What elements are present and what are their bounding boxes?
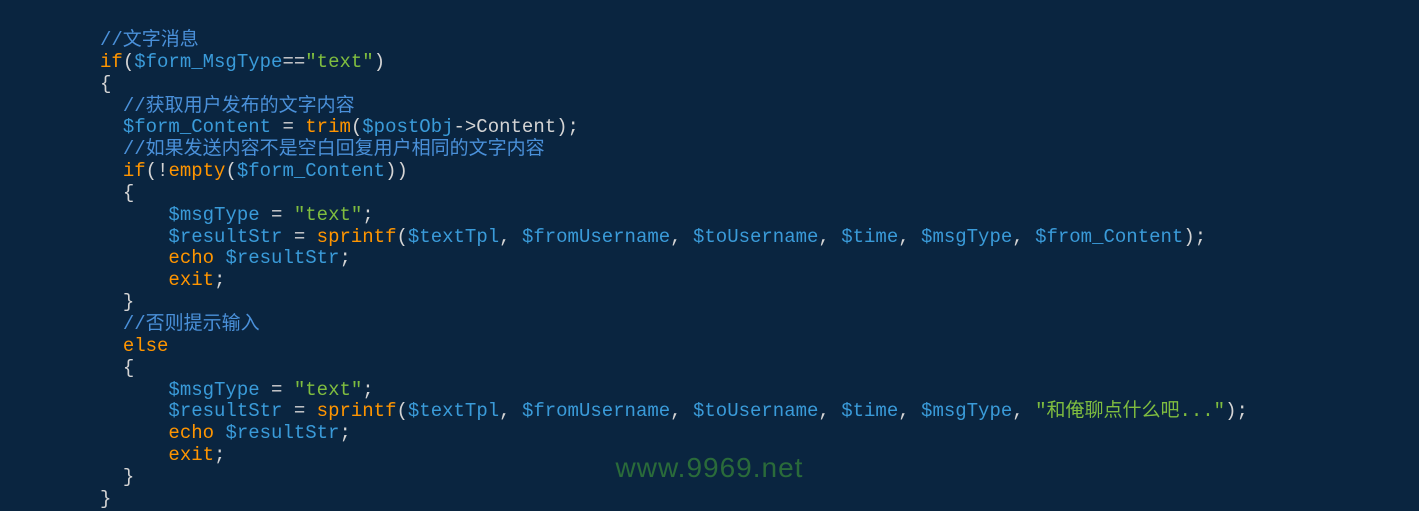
var-fromusername: $fromUsername	[522, 226, 670, 248]
brace-open: {	[123, 182, 134, 204]
brace-close-outer: }	[100, 488, 111, 510]
brace-close: }	[123, 291, 134, 313]
empty-function: empty	[168, 160, 225, 182]
string-text-2: "text"	[294, 204, 362, 226]
assign: =	[260, 204, 294, 226]
paren: (	[351, 116, 362, 138]
trim-function: trim	[305, 116, 351, 138]
var-msgtype-arg-2: $msgType	[921, 400, 1012, 422]
paren-close: )	[374, 51, 385, 73]
equals-op: ==	[282, 51, 305, 73]
close-semi: );	[1183, 226, 1206, 248]
var-time-2: $time	[841, 400, 898, 422]
close-semi: );	[1225, 400, 1248, 422]
paren-not: (!	[146, 160, 169, 182]
var-msgtype-2: $msgType	[168, 379, 259, 401]
comment-if-not-empty: //如果发送内容不是空白回复用户相同的文字内容	[123, 138, 545, 160]
var-from-content: $from_Content	[1035, 226, 1183, 248]
sprintf-function: sprintf	[317, 226, 397, 248]
semicolon: ;	[339, 422, 350, 444]
string-text: "text"	[305, 51, 373, 73]
semicolon: ;	[362, 379, 373, 401]
var-form-content-arg: $form_Content	[237, 160, 385, 182]
var-texttpl-2: $textTpl	[408, 400, 499, 422]
string-chat-prompt: "和俺聊点什么吧..."	[1035, 400, 1225, 422]
paren: (	[397, 226, 408, 248]
comment-else-prompt: //否则提示输入	[123, 313, 260, 335]
var-fromusername-2: $fromUsername	[522, 400, 670, 422]
assign-op: =	[271, 116, 305, 138]
var-resultstr-2: $resultStr	[168, 400, 282, 422]
semicolon: ;	[214, 444, 225, 466]
exit-keyword-2: exit	[168, 444, 214, 466]
comment-get-content: //获取用户发布的文字内容	[123, 95, 355, 117]
assign: =	[282, 400, 316, 422]
assign: =	[282, 226, 316, 248]
semicolon: ;	[362, 204, 373, 226]
paren: (	[397, 400, 408, 422]
var-resultstr-echo-2: $resultStr	[225, 422, 339, 444]
sprintf-function-2: sprintf	[317, 400, 397, 422]
semicolon: ;	[339, 247, 350, 269]
if-keyword: if	[100, 51, 123, 73]
var-tousername-2: $toUsername	[693, 400, 818, 422]
watermark-text: www.9969.net	[616, 452, 804, 484]
assign: =	[260, 379, 294, 401]
var-time: $time	[841, 226, 898, 248]
var-form-content: $form_Content	[123, 116, 271, 138]
var-texttpl: $textTpl	[408, 226, 499, 248]
else-keyword: else	[123, 335, 169, 357]
echo-keyword-2: echo	[168, 422, 214, 444]
comment-text-message: //文字消息	[100, 29, 199, 51]
var-resultstr: $resultStr	[168, 226, 282, 248]
var-resultstr-echo: $resultStr	[225, 247, 339, 269]
paren-open: (	[123, 51, 134, 73]
code-editor-content: //文字消息 if($form_MsgType=="text") { //获取用…	[0, 0, 1419, 511]
paren: (	[225, 160, 236, 182]
brace-open: {	[100, 73, 111, 95]
close-parens: ))	[385, 160, 408, 182]
if-keyword-2: if	[123, 160, 146, 182]
semicolon: ;	[214, 269, 225, 291]
var-tousername: $toUsername	[693, 226, 818, 248]
var-postobj: $postObj	[362, 116, 453, 138]
var-msgtype: $msgType	[168, 204, 259, 226]
brace-close: }	[123, 466, 134, 488]
var-form-msgtype: $form_MsgType	[134, 51, 282, 73]
echo-keyword: echo	[168, 247, 214, 269]
string-text-3: "text"	[294, 379, 362, 401]
exit-keyword: exit	[168, 269, 214, 291]
arrow-content: ->Content);	[454, 116, 579, 138]
brace-open: {	[123, 357, 134, 379]
var-msgtype-arg: $msgType	[921, 226, 1012, 248]
